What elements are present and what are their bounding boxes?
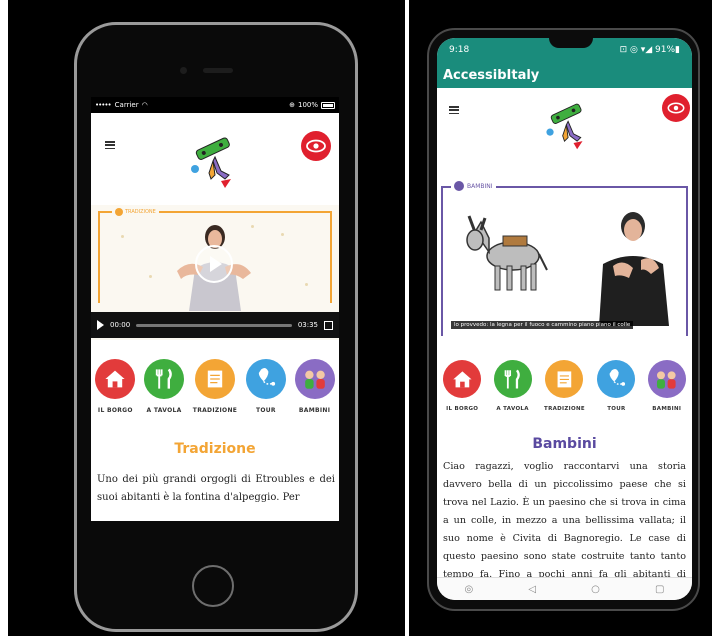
eye-icon [306,139,326,153]
nav-item-il-borgo[interactable]: IL BORGO [95,359,136,414]
front-camera [180,67,187,74]
confetti-dot [121,235,124,238]
play-icon[interactable] [97,320,104,330]
wifi-icon: ◠ [141,101,148,109]
map-pin-icon [245,359,286,399]
recents-icon[interactable]: ▢ [655,584,664,595]
app-title: AccessibItaly [443,67,540,83]
nav-item-tour[interactable]: TOUR [597,360,636,412]
kids-icon [294,359,335,399]
signal-dots: ••••• [95,101,112,109]
nav-label: IL BORGO [97,407,133,414]
frame-label-text: TRADIZIONE [125,209,156,215]
scroll-icon [545,360,584,398]
android-status-bar: 9:18 ⊡ ◎ ▾◢ 91%▮ [437,38,692,62]
fork-knife-icon [144,359,185,399]
eye-icon [667,102,685,114]
ios-status-bar: ••••• Carrier ◠ ⊕ 100% [91,97,339,113]
nav-label: A TAVOLA [146,407,182,414]
menu-icon[interactable] [449,106,459,114]
accessibility-nav-icon[interactable]: ◎ [465,584,474,595]
home-button[interactable] [192,565,234,607]
video-caption: lo provvedo: la legna per il fuoco e cam… [451,321,634,329]
nav-label: A TAVOLA [496,406,529,412]
fork-knife-icon [493,360,532,398]
video-frame-label: BAMBINI [451,181,496,191]
android-nav-bar: ◎ ◁ ○ ▢ [437,577,692,600]
carrier-name: Carrier [114,101,139,109]
nav-label: BAMBINI [298,407,331,414]
ios-status-right: ⊕ 100% [289,101,335,109]
home-icon[interactable]: ○ [591,584,600,595]
accessibility-eye-button[interactable] [301,131,331,161]
status-time: 9:18 [449,45,470,55]
battery-percent: 100% [297,101,318,109]
section-title: Bambini [532,436,597,452]
menu-icon[interactable] [105,141,115,149]
category-nav: IL BORGO A TAVOLA TRADIZIONE TOUR BAMBINI [437,360,692,412]
alarm-icon: ⊕ [289,101,295,109]
tradizione-badge-icon [115,208,123,216]
home-icon [443,360,482,398]
donkey-illustration [466,215,548,291]
home-icon [95,359,136,399]
app-header [91,113,339,205]
video-controls: 00:00 03:35 [91,312,339,338]
nav-label: IL BORGO [446,406,479,412]
nav-item-bambini[interactable]: BAMBINI [294,359,335,414]
bambini-badge-icon [454,181,464,191]
battery-icon [321,101,335,109]
earpiece-speaker [203,68,233,73]
nav-label: TRADIZIONE [192,407,238,414]
nav-label: BAMBINI [652,406,682,412]
nav-item-a-tavola[interactable]: A TAVOLA [493,360,532,412]
android-screen: 9:18 ⊡ ◎ ▾◢ 91%▮ AccessibItaly BAMBINI l… [437,38,692,600]
nav-item-tradizione[interactable]: TRADIZIONE [544,360,585,412]
nav-label: TRADIZIONE [544,406,585,412]
category-nav: IL BORGO A TAVOLA TRADIZIONE TOUR BAMBINI [91,359,339,414]
nav-item-tour[interactable]: TOUR [245,359,286,414]
iphone-screen: ••••• Carrier ◠ ⊕ 100% TRADIZIONE 00:00 … [91,97,339,521]
accessibitaly-logo [191,137,231,188]
confetti-dot [281,233,284,236]
confetti-dot [305,283,308,286]
app-bar: AccessibItaly [437,62,692,88]
accessibitaly-logo [546,103,583,150]
nav-item-tradizione[interactable]: TRADIZIONE [193,359,237,414]
map-pin-icon [597,360,636,398]
video-player[interactable]: TRADIZIONE 00:00 03:35 [91,205,339,340]
section-title: Tradizione [174,441,256,457]
android-frame: 9:18 ⊡ ◎ ▾◢ 91%▮ AccessibItaly BAMBINI l… [427,28,700,611]
right-phone-panel: 9:18 ⊡ ◎ ▾◢ 91%▮ AccessibItaly BAMBINI l… [409,0,712,636]
kids-icon [647,360,686,398]
frame-label-text: BAMBINI [467,182,493,190]
iphone-frame: ••••• Carrier ◠ ⊕ 100% TRADIZIONE 00:00 … [74,22,358,632]
fullscreen-icon[interactable] [324,320,333,330]
nav-item-bambini[interactable]: BAMBINI [647,360,686,412]
accessibility-eye-button[interactable] [662,94,690,122]
nav-item-a-tavola[interactable]: A TAVOLA [144,359,185,414]
video-frame-label: TRADIZIONE [112,208,159,216]
seek-bar[interactable] [136,323,292,327]
nav-item-il-borgo[interactable]: IL BORGO [443,360,482,412]
play-overlay-button[interactable] [195,245,233,283]
status-icons: ⊡ ◎ ▾◢ 91%▮ [619,45,680,55]
current-time: 00:00 [110,321,131,329]
nav-label: TOUR [255,407,276,414]
total-time: 03:35 [297,321,318,329]
body-text: Uno dei più grandi orgogli di Etroubles … [97,474,335,503]
back-icon[interactable]: ◁ [528,584,536,595]
confetti-dot [149,275,152,278]
sign-language-interpreter [599,212,669,326]
left-phone-panel: ••••• Carrier ◠ ⊕ 100% TRADIZIONE 00:00 … [8,0,405,636]
scroll-icon [194,359,235,399]
nav-label: TOUR [607,406,626,412]
camera-notch [549,38,593,48]
